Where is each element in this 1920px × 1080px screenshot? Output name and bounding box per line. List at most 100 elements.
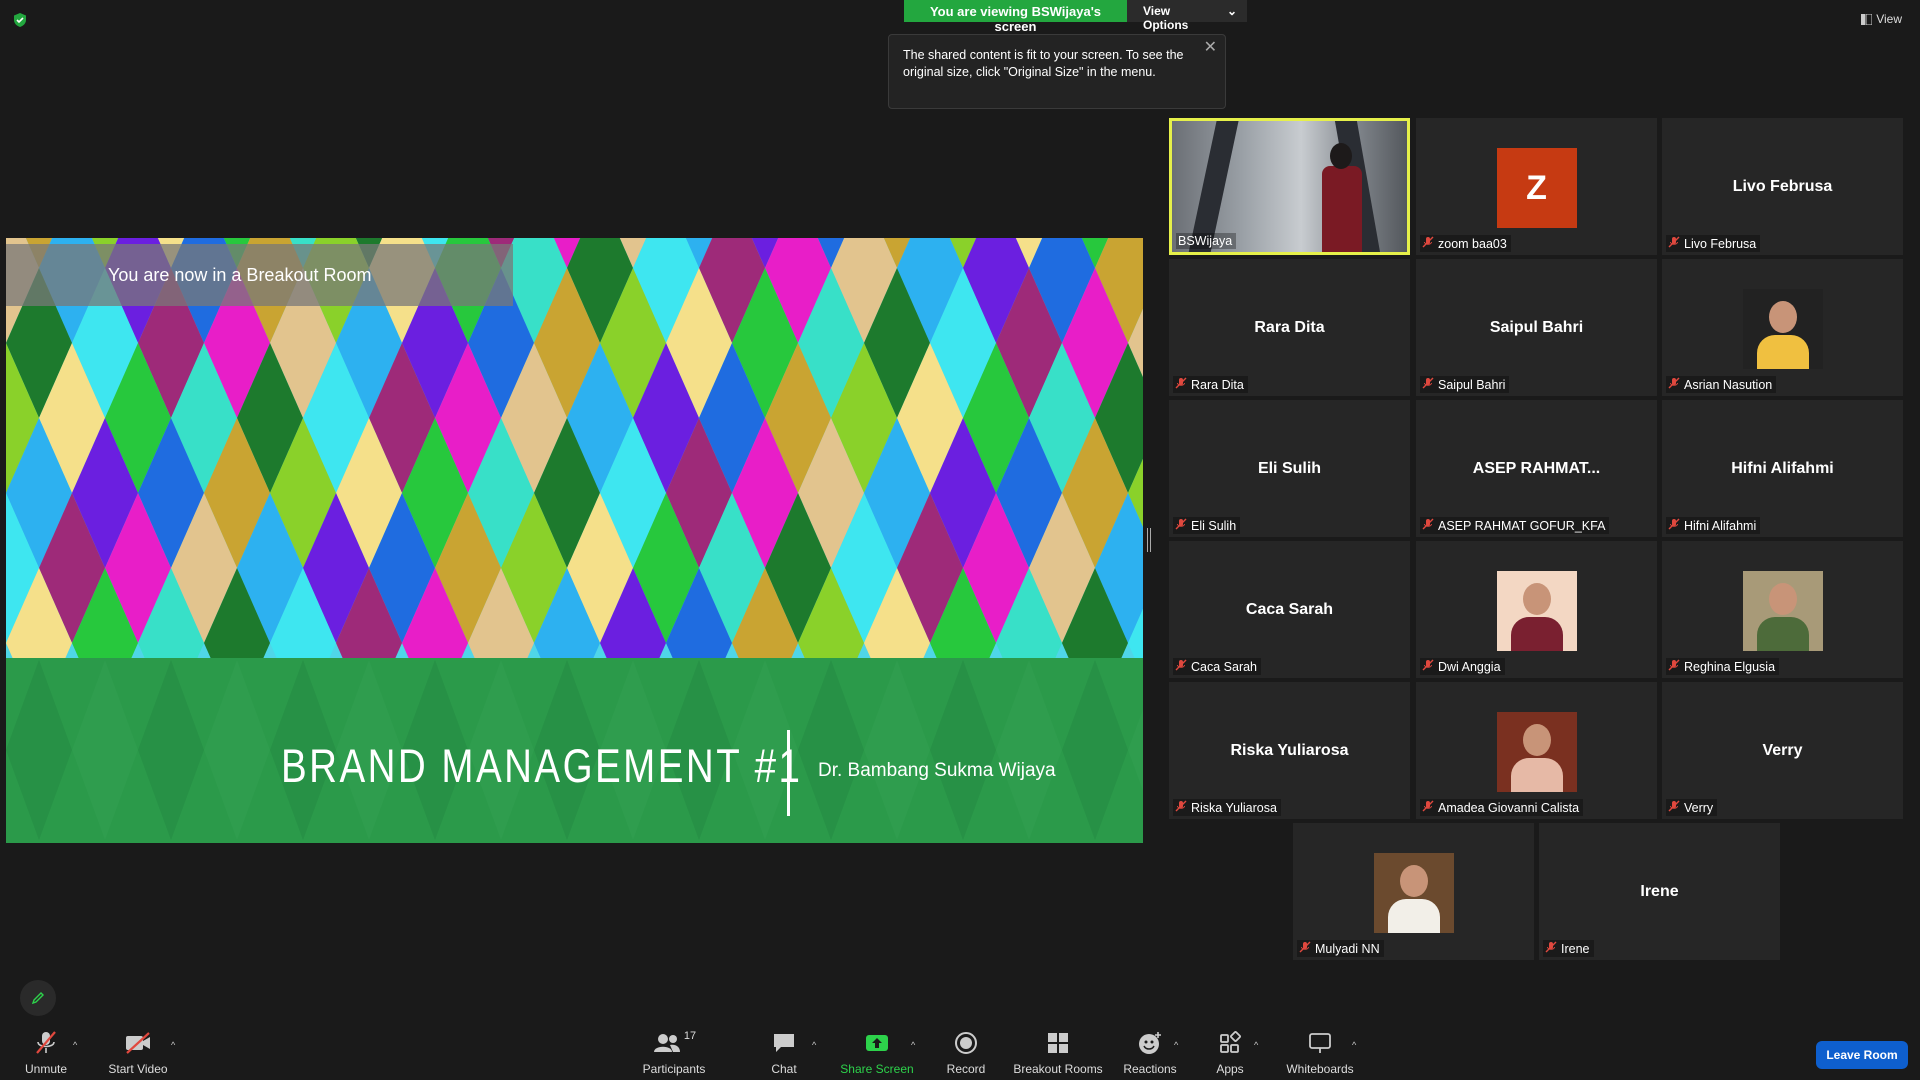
whiteboards-options-caret-icon[interactable]: ^ bbox=[1352, 1040, 1356, 1050]
participant-tile[interactable]: Hifni Alifahmi Hifni Alifahmi bbox=[1662, 400, 1903, 537]
close-icon[interactable]: ✕ bbox=[1204, 39, 1217, 56]
participant-tile[interactable]: Irene Irene bbox=[1539, 823, 1780, 960]
avatar bbox=[1742, 571, 1823, 651]
microphone-muted-icon bbox=[1175, 659, 1187, 674]
microphone-muted-icon bbox=[1175, 800, 1187, 815]
chat-options-caret-icon[interactable]: ^ bbox=[812, 1040, 816, 1050]
participant-display-name: Saipul Bahri bbox=[1489, 319, 1584, 336]
share-screen-icon bbox=[866, 1035, 888, 1051]
apps-label: Apps bbox=[1216, 1062, 1244, 1076]
participant-name-label: Caca Sarah bbox=[1173, 658, 1262, 675]
participant-display-name: Livo Februsa bbox=[1732, 178, 1833, 195]
participants-count: 17 bbox=[683, 1030, 697, 1042]
participant-name: Amadea Giovanni Calista bbox=[1438, 800, 1580, 815]
apps-options-caret-icon[interactable]: ^ bbox=[1254, 1040, 1258, 1050]
participant-tile[interactable]: Caca Sarah Caca Sarah bbox=[1169, 541, 1410, 678]
microphone-muted-icon bbox=[1668, 377, 1680, 392]
participant-name-label: Mulyadi NN bbox=[1297, 940, 1384, 957]
participant-name: Hifni Alifahmi bbox=[1684, 518, 1757, 533]
breakout-rooms-button[interactable]: Breakout Rooms bbox=[1013, 1030, 1103, 1076]
slide-author: Dr. Bambang Sukma Wijaya bbox=[818, 760, 1056, 781]
participant-tile[interactable]: Saipul Bahri Saipul Bahri bbox=[1416, 259, 1657, 396]
avatar: Z bbox=[1496, 148, 1577, 228]
microphone-muted-icon bbox=[1422, 236, 1434, 251]
video-options-caret-icon[interactable]: ^ bbox=[171, 1040, 175, 1050]
breakout-room-banner: You are now in a Breakout Room bbox=[6, 244, 513, 306]
participant-display-name: Eli Sulih bbox=[1257, 460, 1322, 477]
apps-button[interactable]: Apps bbox=[1212, 1030, 1248, 1076]
viewing-screen-label: You are viewing BSWijaya's screen bbox=[904, 0, 1127, 34]
start-video-button[interactable]: Start Video bbox=[106, 1030, 170, 1076]
breakout-rooms-label: Breakout Rooms bbox=[1013, 1062, 1103, 1076]
view-options-label: View Options bbox=[1143, 4, 1189, 32]
security-shield-icon[interactable] bbox=[12, 12, 28, 28]
microphone-muted-icon bbox=[1422, 518, 1434, 533]
chat-label: Chat bbox=[771, 1062, 797, 1076]
share-screen-button[interactable]: Share Screen bbox=[840, 1030, 914, 1076]
zoom-meeting-window: You are viewing BSWijaya's screen View O… bbox=[0, 0, 1920, 1080]
participant-name-label: Asrian Nasution bbox=[1666, 376, 1777, 393]
participant-name: Dwi Anggia bbox=[1438, 659, 1501, 674]
participant-tile[interactable]: Reghina Elgusia bbox=[1662, 541, 1903, 678]
participant-name: Asrian Nasution bbox=[1684, 377, 1773, 392]
share-options-caret-icon[interactable]: ^ bbox=[911, 1040, 915, 1050]
microphone-muted-icon bbox=[1668, 659, 1680, 674]
participant-name-label: Rara Dita bbox=[1173, 376, 1248, 393]
participant-tile[interactable]: Riska Yuliarosa Riska Yuliarosa bbox=[1169, 682, 1410, 819]
participant-tile[interactable]: Dwi Anggia bbox=[1416, 541, 1657, 678]
participant-name: Rara Dita bbox=[1191, 377, 1244, 392]
panel-splitter-handle[interactable] bbox=[1147, 528, 1151, 552]
participant-tile[interactable]: BSWijaya bbox=[1169, 118, 1410, 255]
breakout-rooms-icon bbox=[1048, 1033, 1068, 1053]
whiteboards-button[interactable]: Whiteboards bbox=[1284, 1030, 1356, 1076]
participant-display-name: Verry bbox=[1762, 742, 1803, 759]
participants-label: Participants bbox=[642, 1062, 706, 1076]
participant-tile[interactable]: Rara Dita Rara Dita bbox=[1169, 259, 1410, 396]
record-button[interactable]: Record bbox=[946, 1030, 986, 1076]
leave-room-button[interactable]: Leave Room bbox=[1816, 1041, 1908, 1069]
participant-name: ASEP RAHMAT GOFUR_KFA bbox=[1438, 518, 1606, 533]
participant-name-label: Reghina Elgusia bbox=[1666, 658, 1780, 675]
record-label: Record bbox=[946, 1062, 986, 1076]
unmute-button[interactable]: Unmute bbox=[24, 1030, 68, 1076]
slide-divider bbox=[787, 730, 790, 816]
view-options-button[interactable]: View Options ⌄ bbox=[1127, 0, 1247, 32]
participant-tile[interactable]: Verry Verry bbox=[1662, 682, 1903, 819]
participant-tile[interactable]: Eli Sulih Eli Sulih bbox=[1169, 400, 1410, 537]
participant-tile[interactable]: Asrian Nasution bbox=[1662, 259, 1903, 396]
reactions-options-caret-icon[interactable]: ^ bbox=[1174, 1040, 1178, 1050]
chat-button[interactable]: Chat bbox=[768, 1030, 800, 1076]
participant-tile[interactable]: Mulyadi NN bbox=[1293, 823, 1534, 960]
participant-name: zoom baa03 bbox=[1438, 236, 1507, 251]
participant-tile[interactable]: Livo Februsa Livo Februsa bbox=[1662, 118, 1903, 255]
participant-name-label: Riska Yuliarosa bbox=[1173, 799, 1281, 816]
view-button[interactable]: View bbox=[1861, 12, 1902, 26]
annotate-pencil-button[interactable] bbox=[20, 980, 56, 1016]
participant-name-label: Verry bbox=[1666, 799, 1718, 816]
participant-tile[interactable]: Amadea Giovanni Calista bbox=[1416, 682, 1657, 819]
chevron-down-icon: ⌄ bbox=[1226, 4, 1237, 18]
microphone-muted-icon bbox=[1175, 377, 1187, 392]
participants-icon bbox=[653, 1034, 680, 1052]
participant-name-label: ASEP RAHMAT GOFUR_KFA bbox=[1420, 517, 1610, 534]
participant-name-label: Irene bbox=[1543, 940, 1594, 957]
participants-button[interactable]: 17 Participants bbox=[641, 1030, 707, 1076]
chat-icon bbox=[774, 1034, 794, 1052]
avatar bbox=[1742, 289, 1823, 369]
participant-tile[interactable]: Zzoom baa03 bbox=[1416, 118, 1657, 255]
avatar bbox=[1373, 853, 1454, 933]
participant-display-name: Caca Sarah bbox=[1245, 601, 1334, 618]
microphone-muted-icon bbox=[1422, 800, 1434, 815]
avatar bbox=[1496, 712, 1577, 792]
whiteboard-icon bbox=[1309, 1033, 1331, 1053]
microphone-muted-icon bbox=[1175, 518, 1187, 533]
whiteboards-label: Whiteboards bbox=[1286, 1062, 1354, 1076]
participant-tile[interactable]: ASEP RAHMAT... ASEP RAHMAT GOFUR_KFA bbox=[1416, 400, 1657, 537]
participant-name: Verry bbox=[1684, 800, 1714, 815]
participant-name: Reghina Elgusia bbox=[1684, 659, 1776, 674]
audio-options-caret-icon[interactable]: ^ bbox=[73, 1040, 77, 1050]
participant-display-name: Riska Yuliarosa bbox=[1230, 742, 1349, 759]
microphone-muted-icon bbox=[36, 1031, 56, 1054]
participant-name-label: Saipul Bahri bbox=[1420, 376, 1510, 393]
reactions-button[interactable]: Reactions bbox=[1123, 1030, 1177, 1076]
